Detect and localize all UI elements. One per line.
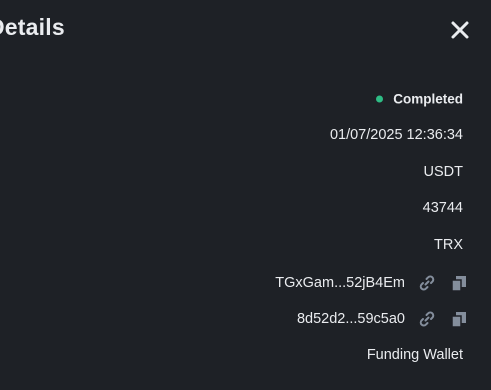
close-button[interactable] — [449, 19, 471, 41]
status-dot-icon — [376, 95, 384, 103]
coin-row: USDT — [0, 154, 491, 190]
copy-icon — [451, 312, 466, 328]
amount-value: 43744 — [422, 200, 463, 216]
panel-header: Details — [0, 0, 491, 60]
page-title: Details — [0, 14, 65, 40]
transaction-details-panel: Details Completed 01/07/2025 12:36:34 US… — [0, 0, 491, 390]
txid-row: 8d52d2...59c5a0 — [0, 301, 491, 337]
amount-row: unt 43744 — [0, 190, 491, 226]
address-link-button[interactable] — [417, 273, 437, 293]
network-row: TRX — [0, 227, 491, 263]
copy-icon — [451, 276, 466, 292]
status-row: Completed — [0, 81, 491, 117]
address-copy-button[interactable] — [449, 273, 469, 293]
wallet-row: t Funding Wallet — [0, 337, 491, 373]
date-row: 01/07/2025 12:36:34 — [0, 117, 491, 153]
close-icon — [451, 21, 469, 39]
txid-copy-button[interactable] — [449, 309, 469, 329]
txid-value-group: 8d52d2...59c5a0 — [297, 309, 469, 329]
network-value: TRX — [434, 237, 463, 253]
status-text: Completed — [393, 91, 463, 107]
wallet-value: Funding Wallet — [366, 347, 463, 363]
address-value: TGxGam...52jB4Em — [275, 275, 405, 291]
address-value-group: TGxGam...52jB4Em — [275, 273, 469, 293]
address-row: TGxGam...52jB4Em — [0, 265, 491, 301]
txid-value: 8d52d2...59c5a0 — [296, 311, 405, 327]
link-icon — [419, 275, 435, 291]
coin-value: USDT — [423, 164, 463, 180]
status-badge: Completed — [376, 92, 463, 107]
link-icon — [419, 311, 435, 327]
date-value: 01/07/2025 12:36:34 — [329, 127, 463, 143]
txid-link-button[interactable] — [417, 309, 437, 329]
